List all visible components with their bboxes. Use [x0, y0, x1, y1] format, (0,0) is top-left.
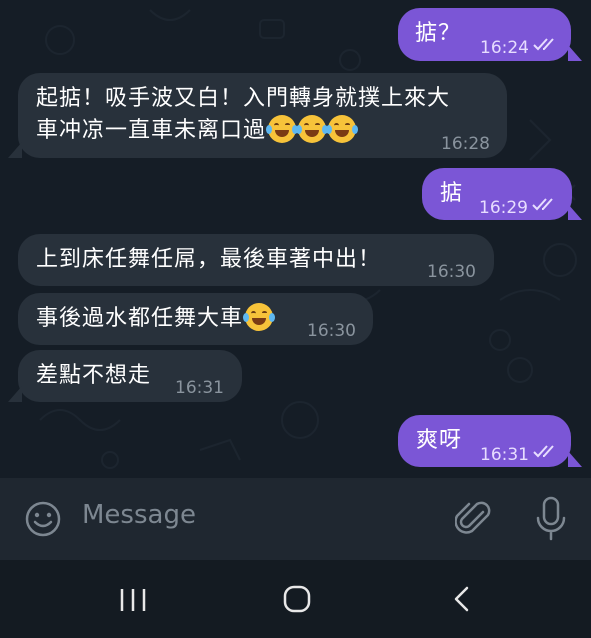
paperclip-icon[interactable]	[455, 498, 493, 540]
message-incoming[interactable]: 起掂！吸手波又白！入門轉身就撲上來大 車冲凉一直車未离口過 16:28	[18, 73, 507, 158]
message-composer: Message	[0, 478, 591, 560]
read-receipt-icon	[533, 38, 554, 51]
message-incoming[interactable]: 上到床任舞任屌，最後車著中出！ 16:30	[18, 234, 494, 286]
message-outgoing[interactable]: 掂 16:29	[422, 168, 572, 220]
message-text: 掂	[440, 181, 464, 206]
chat-area[interactable]: 掂？ 16:24 起掂！吸手波又白！入門轉身就撲上來大 車冲凉一直車未离口過 1…	[0, 0, 591, 478]
home-icon[interactable]	[282, 584, 312, 614]
message-time: 16:30	[427, 262, 476, 282]
message-incoming[interactable]: 事後過水都任舞大車 16:30	[18, 293, 373, 345]
message-text: 起掂！吸手波又白！入門轉身就撲上來大	[36, 86, 451, 111]
message-outgoing[interactable]: 爽呀 16:31	[398, 415, 571, 467]
tears-of-joy-emoji	[266, 115, 299, 143]
read-receipt-icon	[532, 198, 553, 211]
message-input-placeholder: Message	[82, 500, 196, 530]
message-time: 16:31	[175, 378, 224, 398]
back-icon[interactable]	[452, 585, 472, 613]
smiley-icon[interactable]	[24, 500, 62, 538]
message-text: 上到床任舞任屌，最後車著中出！	[36, 247, 382, 272]
message-text: 掂？	[415, 21, 462, 46]
message-outgoing[interactable]: 掂？ 16:24	[398, 8, 571, 61]
message-time: 16:29	[479, 198, 528, 218]
message-time: 16:24	[480, 38, 529, 58]
tears-of-joy-emoji	[326, 115, 359, 143]
tears-of-joy-emoji	[296, 115, 329, 143]
android-navigation-bar	[0, 560, 591, 638]
tears-of-joy-emoji	[243, 303, 276, 331]
recents-icon[interactable]	[118, 587, 148, 613]
message-text: 爽呀	[416, 428, 463, 453]
microphone-icon[interactable]	[534, 496, 568, 542]
message-text: 差點不想走	[36, 363, 152, 388]
message-input[interactable]: Message	[76, 490, 436, 548]
message-text-line2: 車冲凉一直車未离口過	[36, 115, 359, 147]
message-time: 16:31	[480, 445, 529, 465]
message-text-with-emoji: 事後過水都任舞大車	[36, 303, 276, 335]
message-incoming[interactable]: 差點不想走 16:31	[18, 350, 242, 402]
message-time: 16:28	[441, 134, 490, 154]
read-receipt-icon	[533, 445, 554, 458]
message-time: 16:30	[307, 321, 356, 341]
